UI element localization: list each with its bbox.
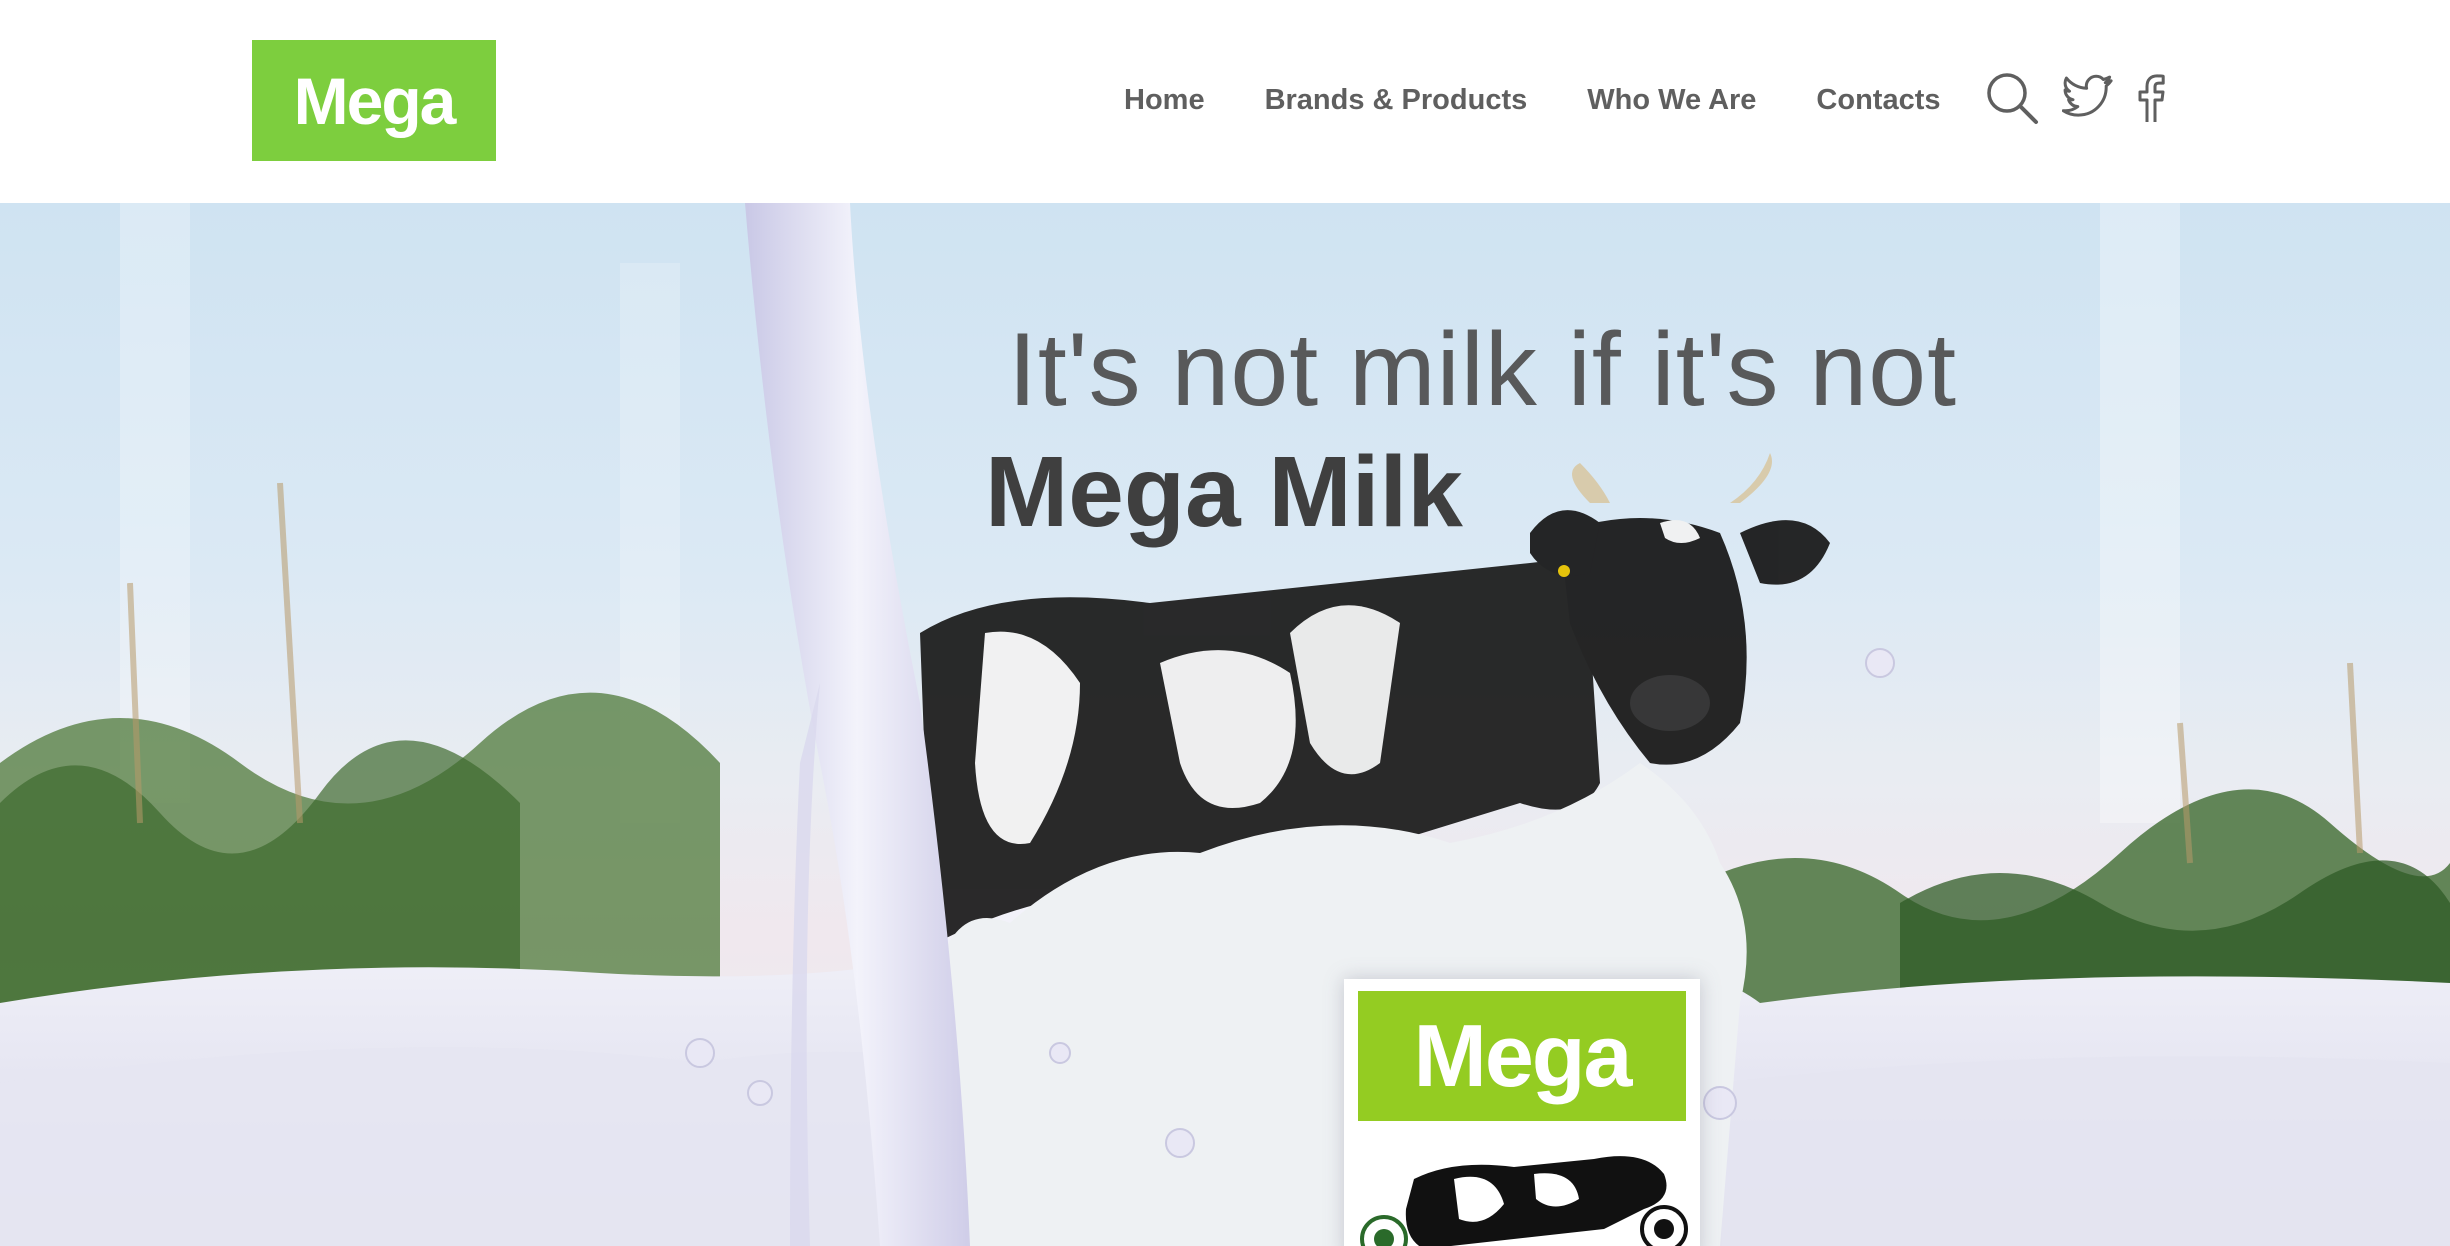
- pack-brand-text: Mega: [1413, 1006, 1633, 1105]
- search-icon[interactable]: [1984, 70, 2040, 131]
- nav-home[interactable]: Home: [1124, 84, 1205, 117]
- main-nav: Home Brands & Products Who We Are Contac…: [1124, 78, 1941, 122]
- nav-who-we-are[interactable]: Who We Are: [1587, 84, 1756, 117]
- header-icons: [1984, 70, 2166, 131]
- nav-brands-products[interactable]: Brands & Products: [1265, 84, 1528, 117]
- product-pack: Mega: [1344, 979, 1700, 1246]
- twitter-icon[interactable]: [2061, 74, 2114, 127]
- pack-cow-illustration: [1360, 1156, 1688, 1246]
- facebook-icon[interactable]: [2136, 72, 2166, 129]
- hero-banner: It's not milk if it's not Mega Milk Mega: [0, 203, 2450, 1246]
- pack-brand-label: Mega: [1358, 991, 1686, 1121]
- hero-headline-line2: Mega Milk: [985, 436, 1463, 548]
- nav-contacts[interactable]: Contacts: [1816, 84, 1940, 117]
- logo-text: Mega: [293, 63, 457, 138]
- hero-headline-line1: It's not milk if it's not: [1008, 312, 1957, 428]
- site-header: Mega Home Brands & Products Who We Are C…: [0, 0, 2450, 203]
- logo[interactable]: Mega: [252, 40, 496, 161]
